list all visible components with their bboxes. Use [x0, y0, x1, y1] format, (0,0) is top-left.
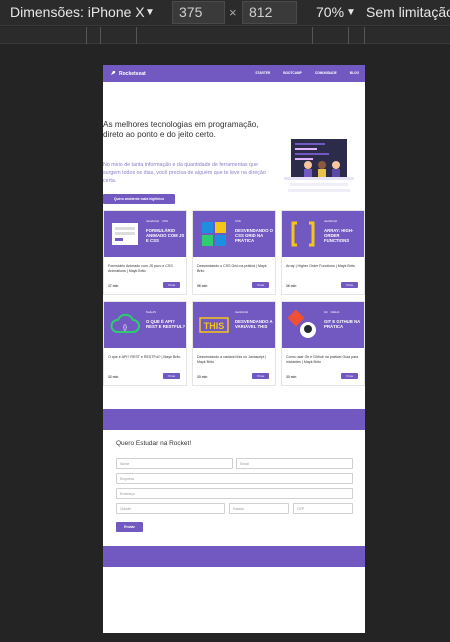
cep-field[interactable]: CEP — [293, 503, 353, 514]
card-title: O QUE É API? REST E RESTFUL? — [146, 319, 186, 329]
tag-label: JavaScript — [324, 219, 338, 223]
hero-subtitle: No meio de tanta informação e da quantid… — [103, 162, 266, 184]
submit-button[interactable]: Enviar — [116, 522, 143, 532]
form-title: Quero Estudar na Rocket! — [116, 440, 192, 447]
card-duration: 56 min — [197, 284, 208, 288]
card-duration: 37 min — [108, 284, 119, 288]
device-selector[interactable]: Dimensões: iPhone X — [10, 4, 145, 20]
tag-label: GitHub — [330, 310, 340, 314]
grid-icon — [202, 222, 226, 246]
card-description: O que é API? REST e RESTFul? | Mayk Brit… — [108, 355, 181, 359]
card-title: FORMULÁRIO ANIMADO COM JS E CSS — [146, 228, 185, 243]
nav-link-comunidade[interactable]: COMUNIDADE — [315, 71, 337, 75]
media-query-ruler[interactable] — [0, 27, 450, 44]
card-title: DESVENDANDO O CSS GRID NA PRÁTICA — [235, 228, 273, 243]
tag-label: CSS — [235, 219, 241, 223]
course-card[interactable]: CSS DESVENDANDO O CSS GRID NA PRÁTICA De… — [192, 210, 276, 295]
tag-label: JavaScript — [235, 310, 249, 314]
address-field[interactable]: Endereço — [116, 488, 353, 499]
card-duration: 36 min — [286, 284, 297, 288]
card-title: ARRAY: HIGH-ORDER FUNCTIONS — [324, 228, 354, 243]
state-field[interactable]: Estado — [229, 503, 289, 514]
tag-label: NodeJS — [146, 310, 156, 314]
times-symbol: × — [229, 5, 237, 20]
card-duration: 33 min — [197, 375, 208, 379]
signup-form: Quero Estudar na Rocket! Nome Email Empr… — [116, 440, 354, 532]
form-preview-icon — [112, 223, 138, 245]
name-field[interactable]: Nome — [116, 458, 233, 469]
card-description: Array | Higher Order Functions | Mayk Br… — [286, 264, 355, 268]
card-description: Como usar Git e Github na prática! Guia … — [286, 355, 359, 364]
card-title: DESVENDANDO A VARIÁVEL THIS — [235, 319, 273, 329]
devtools-toolbar: Dimensões: iPhone X ▼ 375 × 812 70% ▼ Se… — [0, 0, 450, 26]
card-duration: 32 min — [108, 375, 119, 379]
course-card[interactable]: JavaScript CSS FORMULÁRIO ANIMADO COM JS … — [103, 210, 187, 295]
throttling-selector[interactable]: Sem limitação — [366, 4, 450, 20]
nav-link-blog[interactable]: BLOG — [350, 71, 359, 75]
this-keyword-icon: THIS — [199, 317, 229, 333]
git-github-icon — [288, 310, 316, 338]
card-duration: 33 min — [286, 375, 297, 379]
height-input[interactable]: 812 — [242, 1, 297, 24]
chevron-down-icon[interactable]: ▼ — [346, 7, 356, 18]
card-description: Desvendando a variável this no Javascrip… — [197, 355, 267, 364]
svg-text:{}: {} — [123, 325, 127, 331]
width-input[interactable]: 375 — [172, 1, 225, 24]
nav-link-starter[interactable]: STARTER — [255, 71, 270, 75]
site-navbar: Rocketseat STARTER BOOTCAMP COMUNIDADE B… — [103, 65, 365, 82]
rocket-logo-icon — [108, 70, 116, 78]
hero-section: As melhores tecnologias em programação, … — [103, 82, 365, 210]
card-button[interactable]: Vírus — [163, 282, 180, 288]
purple-footer-band — [103, 546, 365, 567]
hero-cta-button[interactable]: Quero ambiente mais higiênico — [103, 194, 175, 204]
company-field[interactable]: Empresa — [116, 473, 353, 484]
device-viewport: Rocketseat STARTER BOOTCAMP COMUNIDADE B… — [103, 65, 365, 633]
zoom-selector[interactable]: 70% — [316, 4, 344, 20]
purple-divider-band — [103, 409, 365, 430]
card-button[interactable]: Vírus — [252, 282, 269, 288]
nav-links: STARTER BOOTCAMP COMUNIDADE BLOG — [255, 71, 359, 75]
tag-label: CSS — [162, 219, 168, 223]
tag-label: JavaScript — [146, 219, 160, 223]
cloud-api-icon: {} — [110, 313, 140, 333]
tag-label: Git — [324, 310, 328, 314]
card-button[interactable]: Vírus — [341, 373, 358, 379]
course-card[interactable]: THIS JavaScript DESVENDANDO A VARIÁVEL T… — [192, 301, 276, 386]
chevron-down-icon[interactable]: ▼ — [145, 7, 155, 18]
hero-illustration — [284, 139, 354, 192]
hero-title: As melhores tecnologias em programação, … — [103, 120, 259, 140]
brand-name[interactable]: Rocketseat — [119, 71, 146, 77]
course-card[interactable]: {} NodeJS O QUE É API? REST E RESTFUL? O… — [103, 301, 187, 386]
brackets-icon — [291, 221, 315, 247]
card-description: Formulário Animado com JS puro e CSS Ani… — [108, 264, 173, 273]
card-button[interactable]: Vírus — [252, 373, 269, 379]
card-title: GIT E GITHUB NA PRÁTICA — [324, 319, 361, 329]
card-description: Desvendando o CSS Grid na prática | Mayk… — [197, 264, 267, 273]
card-button[interactable]: Vírus — [163, 373, 180, 379]
svg-text:THIS: THIS — [204, 321, 225, 331]
course-card[interactable]: Git GitHub GIT E GITHUB NA PRÁTICA Como u… — [281, 301, 365, 386]
nav-link-bootcamp[interactable]: BOOTCAMP — [283, 71, 302, 75]
course-card[interactable]: JavaScript ARRAY: HIGH-ORDER FUNCTIONS A… — [281, 210, 365, 295]
card-button[interactable]: Vírus — [341, 282, 358, 288]
city-field[interactable]: Cidade — [116, 503, 225, 514]
email-field[interactable]: Email — [236, 458, 353, 469]
